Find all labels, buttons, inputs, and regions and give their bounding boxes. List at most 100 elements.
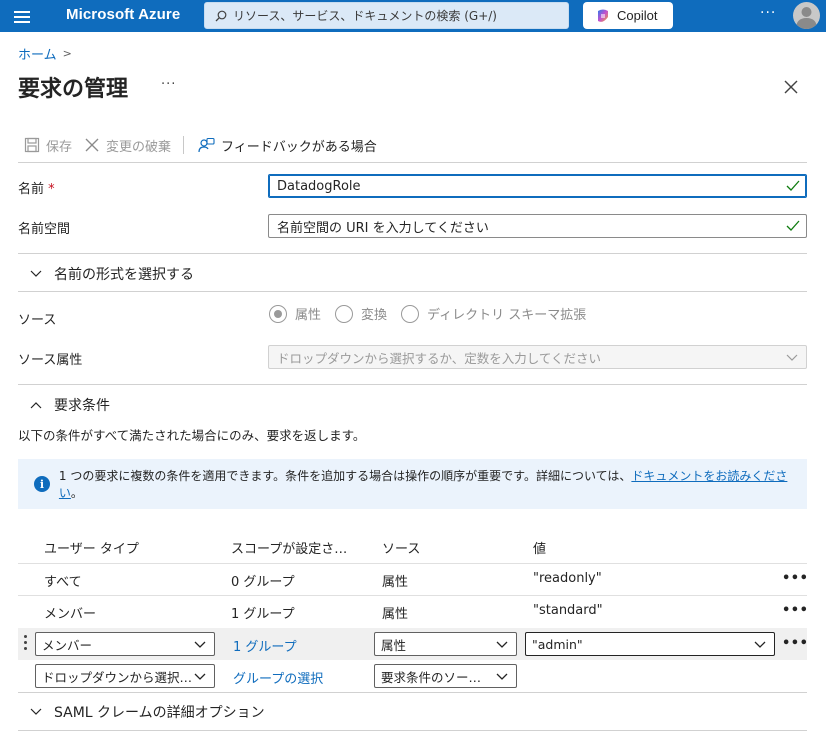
- column-header-user-type: ユーザー タイプ: [44, 542, 139, 557]
- required-mark: *: [48, 182, 55, 197]
- source-select[interactable]: 属性: [374, 632, 517, 656]
- command-bar: 保存 変更の破棄 フィードバックがある場合: [24, 134, 389, 156]
- select-groups-link[interactable]: グループの選択: [233, 668, 323, 687]
- checkmark-icon: [786, 180, 800, 191]
- top-bar: Microsoft Azure リソース、サービス、ドキュメントの検索 (G+/…: [0, 0, 826, 32]
- search-placeholder: リソース、サービス、ドキュメントの検索 (G+/): [233, 9, 497, 23]
- user-type-select[interactable]: メンバー: [35, 632, 215, 656]
- chevron-down-icon: [496, 641, 508, 648]
- save-icon: [24, 137, 40, 153]
- new-user-type-select[interactable]: ドロップダウンから選択…: [35, 664, 215, 688]
- new-source-placeholder: 要求条件のソー…: [381, 669, 482, 685]
- divider: [18, 692, 807, 693]
- close-icon: [85, 138, 99, 152]
- info-message: 1 つの要求に複数の条件を適用できます。条件を追加する場合は操作の順序が重要です…: [58, 469, 632, 483]
- namespace-input[interactable]: 名前空間の URI を入力してください: [268, 214, 807, 238]
- chevron-down-icon: [30, 708, 42, 715]
- source-attribute-dropdown[interactable]: ドロップダウンから選択するか、定数を入力してください: [268, 345, 807, 369]
- source-attribute-label: ソース属性: [18, 353, 83, 368]
- chevron-down-icon: [194, 673, 206, 680]
- user-type-value: メンバー: [42, 637, 93, 653]
- table-row-user-type: すべて: [44, 575, 82, 590]
- row-divider: [18, 563, 807, 564]
- radio-transform[interactable]: 変換: [335, 304, 387, 323]
- source-label: ソース: [18, 313, 57, 328]
- name-value: DatadogRole: [277, 178, 361, 194]
- source-attribute-placeholder: ドロップダウンから選択するか、定数を入力してください: [277, 350, 602, 366]
- save-label: 保存: [46, 139, 73, 155]
- breadcrumb: ホーム >: [18, 44, 72, 63]
- table-row-value: "readonly": [533, 571, 602, 586]
- info-end: 。: [70, 486, 83, 500]
- new-user-type-placeholder: ドロップダウンから選択…: [42, 669, 193, 685]
- source-value: 属性: [381, 637, 407, 653]
- format-section-toggle[interactable]: 名前の形式を選択する: [30, 264, 194, 284]
- name-label-text: 名前: [18, 182, 45, 197]
- copilot-label: Copilot: [617, 8, 658, 23]
- name-input[interactable]: DatadogRole: [268, 174, 807, 198]
- info-banner: i 1 つの要求に複数の条件を適用できます。条件を追加する場合は操作の順序が重要…: [18, 459, 807, 509]
- radio-directory-extension[interactable]: ディレクトリ スキーマ拡張: [401, 304, 586, 323]
- divider: [18, 162, 807, 163]
- chevron-down-icon: [194, 641, 206, 648]
- radio-circle: [269, 304, 287, 323]
- menu-icon[interactable]: [14, 11, 30, 23]
- save-button[interactable]: 保存: [24, 136, 72, 155]
- value-select[interactable]: "admin": [525, 632, 775, 656]
- radio-attribute[interactable]: 属性: [269, 304, 321, 323]
- discard-label: 変更の破棄: [106, 139, 172, 155]
- name-label: 名前 *: [18, 178, 55, 197]
- checkmark-icon: [786, 220, 800, 231]
- more-options-icon[interactable]: ···: [760, 5, 776, 21]
- feedback-label: フィードバックがある場合: [221, 139, 377, 155]
- row-more-icon[interactable]: •••: [782, 636, 808, 651]
- drag-handle-icon[interactable]: [24, 635, 28, 653]
- scope-groups-link[interactable]: 1 グループ: [233, 636, 297, 655]
- radio-circle: [401, 304, 420, 323]
- row-more-icon[interactable]: •••: [782, 571, 808, 586]
- table-row-scope: 1 グループ: [231, 607, 295, 622]
- table-row-scope: 0 グループ: [231, 575, 295, 590]
- feedback-icon: [198, 137, 215, 152]
- feedback-button[interactable]: フィードバックがある場合: [198, 136, 377, 155]
- chevron-down-icon: [786, 354, 798, 361]
- chevron-right-icon: >: [62, 47, 72, 60]
- conditions-section-toggle[interactable]: 要求条件: [30, 395, 110, 415]
- radio-label: 変換: [361, 308, 388, 323]
- table-row-value: "standard": [533, 603, 603, 618]
- radio-circle: [335, 304, 354, 323]
- copilot-icon: [598, 9, 608, 22]
- table-row-user-type: メンバー: [44, 607, 97, 622]
- table-row-source: 属性: [382, 607, 409, 622]
- radio-label: ディレクトリ スキーマ拡張: [427, 308, 587, 323]
- search-icon: [215, 10, 227, 21]
- more-options-icon[interactable]: ···: [161, 77, 176, 92]
- conditions-section-label: 要求条件: [54, 398, 110, 414]
- page-title: 要求の管理: [18, 77, 129, 102]
- conditions-description: 以下の条件がすべて満たされた場合にのみ、要求を返します。: [18, 428, 366, 443]
- row-more-icon[interactable]: •••: [782, 603, 808, 618]
- discard-button[interactable]: 変更の破棄: [84, 136, 171, 155]
- namespace-placeholder: 名前空間の URI を入力してください: [277, 220, 489, 236]
- table-row-source: 属性: [382, 575, 409, 590]
- avatar[interactable]: [793, 2, 820, 29]
- namespace-label: 名前空間: [18, 222, 71, 237]
- column-header-source: ソース: [382, 542, 421, 557]
- divider: [18, 253, 807, 254]
- search-input[interactable]: リソース、サービス、ドキュメントの検索 (G+/): [204, 2, 569, 29]
- close-icon[interactable]: [783, 79, 799, 95]
- copilot-button[interactable]: Copilot: [583, 2, 673, 29]
- new-source-select[interactable]: 要求条件のソー…: [374, 664, 517, 688]
- chevron-down-icon: [496, 673, 508, 680]
- info-text: 1 つの要求に複数の条件を適用できます。条件を追加する場合は操作の順序が重要です…: [59, 467, 807, 501]
- chevron-up-icon: [30, 402, 42, 409]
- chevron-down-icon: [30, 270, 42, 277]
- brand-name[interactable]: Microsoft Azure: [66, 6, 180, 23]
- column-header-scope: スコープが設定さ…: [231, 542, 348, 557]
- format-section-label: 名前の形式を選択する: [54, 267, 194, 283]
- breadcrumb-home[interactable]: ホーム: [18, 44, 57, 63]
- divider: [18, 291, 807, 292]
- toolbar-divider: [183, 136, 185, 154]
- saml-section-toggle[interactable]: SAML クレームの詳細オプション: [30, 702, 265, 722]
- saml-section-label: SAML クレームの詳細オプション: [54, 705, 265, 721]
